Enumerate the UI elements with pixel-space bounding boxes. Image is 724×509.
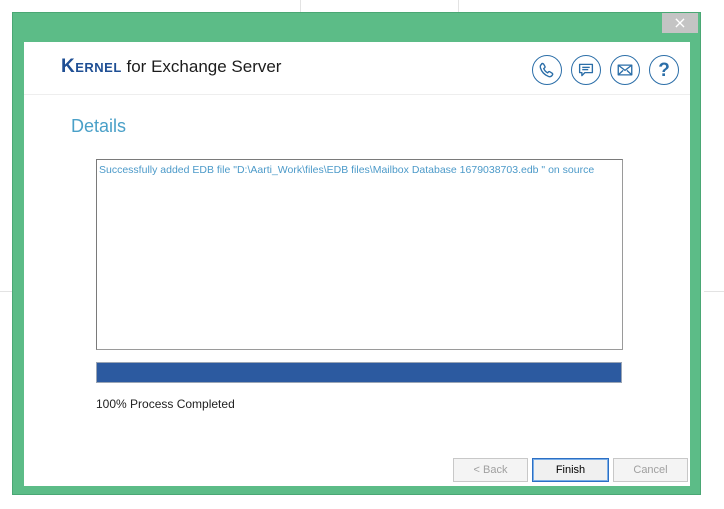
log-textarea[interactable]: Successfully added EDB file "D:\Aarti_Wo… <box>96 159 623 350</box>
dialog-header: Kernel for Exchange Server ? <box>24 42 690 95</box>
background-divider <box>0 291 12 292</box>
phone-button[interactable] <box>532 55 562 85</box>
progress-status: 100% Process Completed <box>96 397 235 411</box>
brand-logo: Kernel for Exchange Server <box>61 56 281 78</box>
chat-icon <box>578 63 594 77</box>
help-button[interactable]: ? <box>649 55 679 85</box>
log-line: Successfully added EDB file "D:\Aarti_Wo… <box>99 164 595 176</box>
background-divider <box>704 291 724 292</box>
brand-product: for Exchange Server <box>121 57 282 76</box>
cancel-button[interactable]: Cancel <box>613 458 688 482</box>
mail-icon <box>617 64 633 76</box>
help-icon: ? <box>658 59 670 81</box>
progress-bar <box>96 362 622 383</box>
phone-icon <box>539 62 554 78</box>
progress-bar-fill <box>97 363 621 382</box>
chat-button[interactable] <box>571 55 601 85</box>
dialog-content: Kernel for Exchange Server ? Details Suc… <box>24 42 690 486</box>
close-icon: × <box>673 13 687 32</box>
brand-name: Kernel <box>61 56 122 77</box>
close-button[interactable]: × <box>662 13 698 33</box>
finish-button[interactable]: Finish <box>532 458 609 482</box>
page-title: Details <box>71 116 127 136</box>
back-button[interactable]: < Back <box>453 458 528 482</box>
mail-button[interactable] <box>610 55 640 85</box>
